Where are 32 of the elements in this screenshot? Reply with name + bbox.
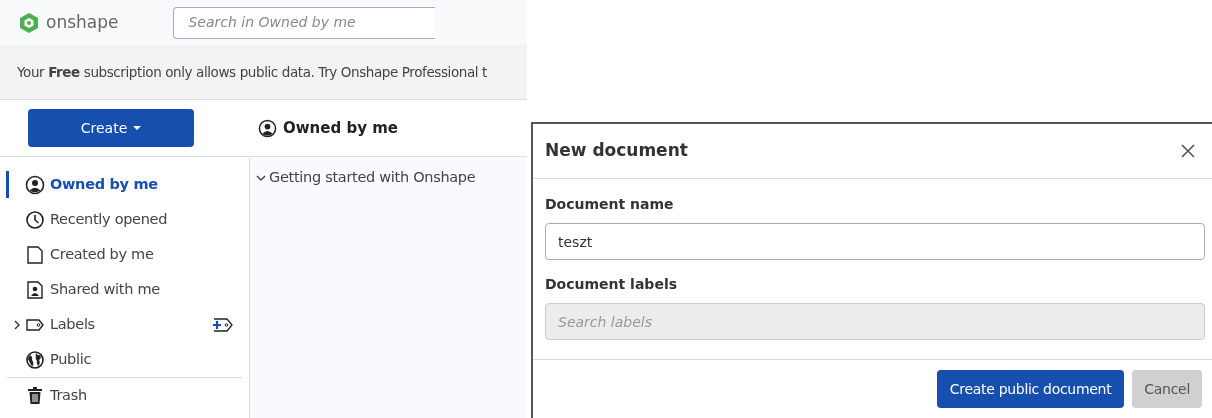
shared-document-icon bbox=[25, 279, 45, 300]
logo-icon bbox=[18, 11, 40, 34]
sidebar-item[interactable]: Recently opened bbox=[0, 202, 249, 237]
logo-text: onshape bbox=[46, 10, 119, 34]
subscription-notice: Your Free subscription only allows public data. Try Onshape Professional t bbox=[17, 62, 487, 82]
document-icon bbox=[25, 244, 45, 265]
cancel-button[interactable]: Cancel bbox=[1132, 370, 1202, 408]
tree-item[interactable]: Getting started with Onshape bbox=[256, 167, 527, 189]
sidebar-item[interactable]: Shared with me bbox=[0, 272, 249, 307]
caret-icon bbox=[133, 125, 142, 131]
create-document-button[interactable]: Create public document bbox=[936, 370, 1125, 408]
trash-icon bbox=[25, 385, 45, 406]
search-input: Search in Owned by me bbox=[188, 12, 436, 33]
close-icon[interactable] bbox=[1180, 143, 1196, 159]
user-icon bbox=[25, 174, 45, 195]
field-label: Document name bbox=[545, 195, 675, 214]
chevron-icon[interactable] bbox=[256, 173, 266, 182]
globe-icon bbox=[25, 349, 45, 370]
input-field[interactable]: teszt bbox=[545, 223, 1205, 260]
dialog-title: New document bbox=[545, 139, 688, 163]
add-label-icon[interactable] bbox=[211, 317, 233, 332]
user-icon bbox=[258, 118, 277, 138]
field-label: Document labels bbox=[545, 275, 678, 294]
sidebar-item[interactable]: Public bbox=[0, 342, 249, 377]
sidebar-item[interactable]: Trash bbox=[0, 378, 249, 413]
search-field[interactable]: Search in Owned by me bbox=[173, 6, 436, 39]
create-button[interactable]: Create bbox=[28, 109, 194, 147]
chevron-icon[interactable] bbox=[13, 319, 21, 330]
content-title: Owned by me bbox=[283, 117, 398, 139]
sidebar-item[interactable]: Created by me bbox=[0, 237, 249, 272]
clock-icon bbox=[25, 209, 45, 230]
sidebar-item[interactable]: Labels bbox=[0, 307, 249, 342]
